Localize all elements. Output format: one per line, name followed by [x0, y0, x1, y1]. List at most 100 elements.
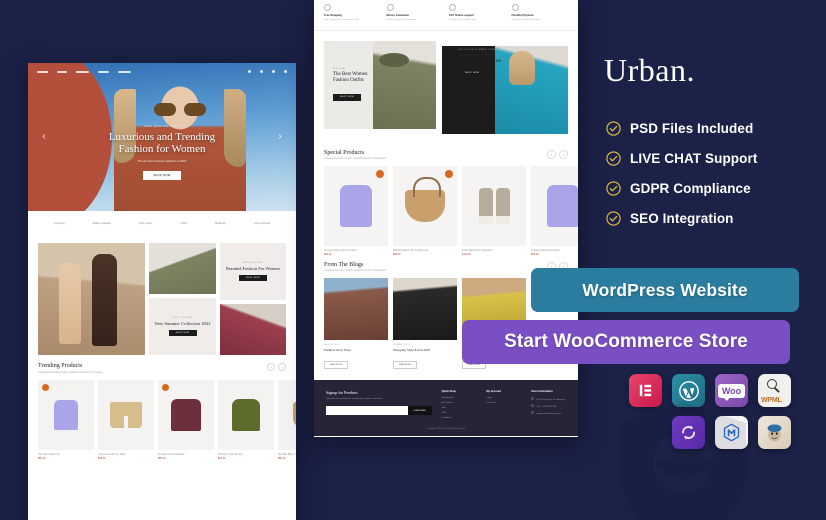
nav-item-shop[interactable] — [57, 70, 67, 73]
product-card[interactable]: Cropped Hooded Sweater $85.00 — [158, 380, 214, 460]
product-image-crop-top — [340, 185, 372, 227]
blogs-heading-group: From The Blogs A hand-picked edit of sty… — [324, 262, 386, 272]
nav-item-pages[interactable] — [76, 70, 89, 73]
product-card[interactable]: Cropped Top in Lilac Knit Fabric $54.00 — [324, 166, 388, 256]
promo-card-eyebrow: BEST SELLER — [172, 316, 193, 319]
sale-badge — [42, 384, 49, 391]
wpml-icon[interactable]: WPML — [758, 374, 791, 407]
account-icon[interactable] — [260, 70, 263, 73]
product-image-knit-top — [232, 399, 260, 431]
sync-icon[interactable] — [672, 416, 705, 449]
footer-link[interactable]: New Arrivals — [442, 397, 477, 399]
newsletter-email-input[interactable] — [326, 406, 408, 415]
footer-column-my-account: My Account Login Checkout — [486, 390, 521, 422]
promo-model-b — [91, 254, 118, 347]
banner-title: Summer Color Palettes Collection — [458, 53, 561, 65]
blog-card[interactable]: SUMMER / STYLE Shopping Style Event 2022… — [393, 278, 457, 370]
carousel-prev-button[interactable]: ‹ — [547, 150, 556, 159]
footer-link[interactable]: Sale — [442, 407, 477, 409]
wordpress-icon[interactable] — [672, 374, 705, 407]
service-title: 24/7 Online support — [449, 14, 475, 17]
promo-card-summer[interactable]: BEST SELLER New Summer Collection 2022 S… — [149, 298, 216, 355]
banner-title: The Best Women Fashion Outfits — [333, 72, 368, 84]
banner-shop-now-button[interactable]: SHOP NOW — [458, 69, 486, 77]
footer-link[interactable]: Login — [486, 397, 521, 399]
hero-title: Luxurious and Trending Fashion for Women — [28, 131, 296, 155]
promo-card-button[interactable]: SHOP NOW — [238, 275, 267, 282]
elementor-icon[interactable] — [629, 374, 662, 407]
footer-link[interactable]: Lookbook — [442, 417, 477, 419]
blog-read-more-button[interactable]: READ MORE — [324, 361, 349, 369]
promo-card-branded[interactable]: NEW ARRIVAL Branded Fashion For Women SH… — [219, 243, 286, 300]
banner-title-line1: Summer Color — [458, 52, 492, 58]
service-item: Free Shipping Free shipping on all order… — [324, 4, 381, 22]
carousel-next-button[interactable]: › — [559, 150, 568, 159]
promo-image-large[interactable] — [38, 243, 146, 355]
wpml-label: WPML — [761, 397, 782, 404]
brand-logo: Clothing — [53, 221, 65, 226]
wordpress-website-banner[interactable]: WordPress Website — [531, 268, 799, 312]
promo-image-small-b[interactable] — [219, 304, 286, 355]
feature-item-psd-files: PSD Files Included — [606, 113, 816, 143]
promo-banner-women-outfits[interactable]: BIG DEAL The Best Women Fashion Outfits … — [324, 41, 436, 129]
product-card[interactable]: Shoulder Bag in Camel $96.00 — [278, 380, 296, 460]
product-card[interactable]: Stretchy Crepe Knit Top $62.00 — [218, 380, 274, 460]
mailchimp-icon[interactable] — [758, 416, 791, 449]
nav-item-contact[interactable] — [118, 70, 131, 73]
carousel-prev-button[interactable]: ‹ — [267, 363, 275, 371]
blog-read-more-button[interactable]: READ MORE — [393, 361, 418, 369]
feature-label: SEO Integration — [630, 210, 734, 226]
promo-column-2: NEW ARRIVAL Branded Fashion For Women SH… — [219, 243, 286, 355]
hero-shop-now-button[interactable]: SHOP NOW — [143, 171, 181, 180]
magnifier-shape — [767, 379, 777, 389]
product-price: $48.00 — [98, 457, 106, 460]
check-circle-icon — [606, 180, 621, 196]
banner-eyebrow: EXCLUSIVE SUMMER TREND — [458, 48, 498, 51]
service-title: Free Shipping — [324, 14, 342, 17]
brand-logo: Butterfly — [215, 221, 226, 226]
hero-title-line2: Fashion for Women — [118, 143, 206, 155]
blog-meta: SUMMER / STYLE — [393, 344, 411, 346]
promo-banner-summer-palettes[interactable]: EXCLUSIVE SUMMER TREND Summer Color Pale… — [442, 46, 568, 134]
product-card[interactable]: Tank Top in Lilac Knit $54.00 — [38, 380, 94, 460]
product-thumbnail — [158, 380, 214, 450]
footer-link[interactable]: Best Sellers — [442, 402, 477, 404]
product-name: Lorine Slick Shoe in Speckled — [462, 250, 493, 252]
footer-link[interactable]: Checkout — [486, 402, 521, 404]
truck-icon — [324, 4, 331, 11]
product-card[interactable]: Lorine Slick Shoe in Speckled $124.00 — [462, 166, 526, 256]
woocommerce-icon[interactable]: Woo — [715, 374, 748, 407]
product-price: $88.00 — [393, 253, 401, 256]
nav-item-blog[interactable] — [98, 70, 109, 73]
banner-title-line2: Fashion Outfits — [333, 78, 364, 83]
mailpoet-icon[interactable] — [715, 416, 748, 449]
blog-title: Shopping Style Event 2022 — [393, 348, 431, 352]
product-card[interactable]: Reading Nook in Tan Leather Look $88.00 — [393, 166, 457, 256]
search-icon[interactable] — [248, 70, 251, 73]
product-image-crop-tank — [547, 185, 578, 227]
blog-card[interactable]: FASHION / BLOG Fashion Glow Wear READ MO… — [324, 278, 388, 370]
hero-eyebrow: NEW ARRIVAL 2022 — [144, 125, 180, 128]
wishlist-icon[interactable] — [272, 70, 275, 73]
trending-products-title: Trending Products — [38, 363, 83, 369]
footer-link[interactable]: Gifts — [442, 412, 477, 414]
carousel-next-button[interactable]: › — [278, 363, 286, 371]
start-woocommerce-store-banner[interactable]: Start WooCommerce Store — [462, 320, 790, 364]
cart-icon[interactable] — [284, 70, 287, 73]
nav-item-home[interactable] — [37, 70, 48, 73]
product-card[interactable]: Cropped Tank in Lilac Fabric $58.00 — [531, 166, 578, 256]
promo-image-small-a[interactable] — [149, 243, 216, 294]
headset-icon — [449, 4, 456, 11]
brand-logo: Jolly Carty — [138, 221, 153, 226]
product-name: Stretchy Crepe Knit Top — [218, 454, 243, 456]
footer-info-address: 1234 Sample St, Los Angeles — [531, 397, 566, 401]
special-products-title: Special Products — [324, 150, 365, 156]
footer-info-list: 1234 Sample St, Los Angeles Call: +1 234… — [531, 397, 566, 415]
banner-shop-now-button[interactable]: SHOP NOW — [333, 93, 361, 101]
newsletter-subscribe-button[interactable]: SUBSCRIBE — [407, 406, 432, 415]
promo-card-button[interactable]: SHOP NOW — [168, 330, 197, 337]
brand-logo: Italian Apparel — [92, 221, 111, 226]
promo-card-title: Branded Fashion For Women — [225, 265, 280, 271]
blogs-title: From The Blogs — [324, 262, 364, 268]
product-card[interactable]: Linen Loose Short in Sand $48.00 — [98, 380, 154, 460]
